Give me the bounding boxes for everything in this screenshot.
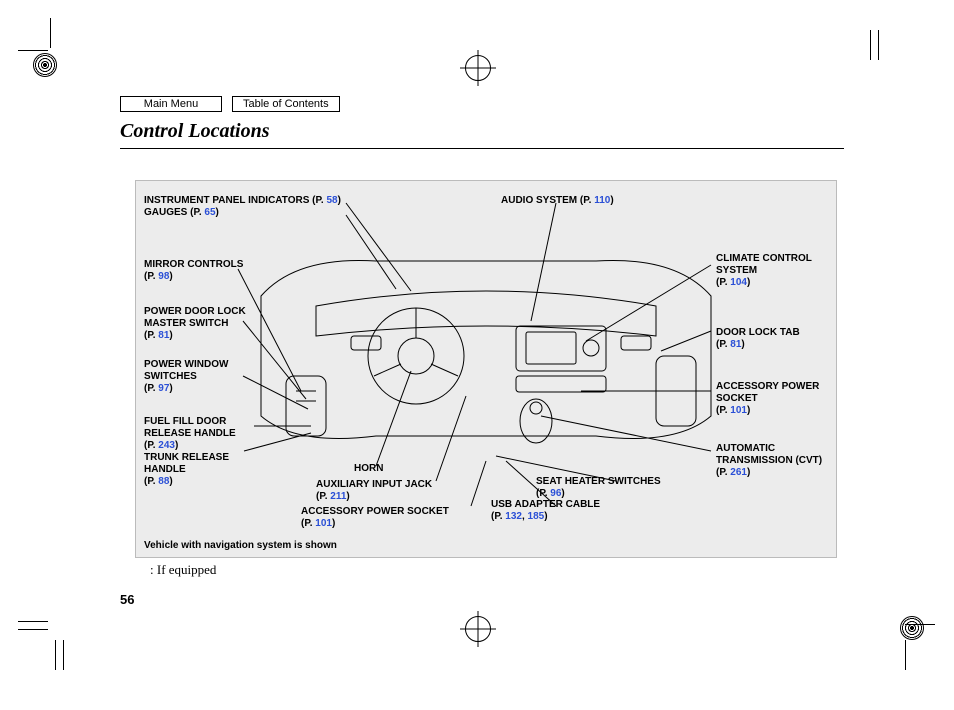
page-link[interactable]: 243 [158,440,175,451]
callout-door-lock-tab: DOOR LOCK TAB (P. 81) [716,327,826,351]
callout-fuel-trunk: FUEL FILL DOOR RELEASE HANDLE (P. 243) T… [144,416,264,488]
page-number: 56 [120,592,134,607]
callout-usb: USB ADAPTER CABLE (P. 132, 185) [491,499,631,523]
dashboard-illustration [256,236,716,466]
page-link[interactable]: 132 [505,511,522,522]
callout-auto-trans: AUTOMATIC TRANSMISSION (CVT) (P. 261) [716,443,836,479]
page-link[interactable]: 98 [158,271,169,282]
callout-horn: HORN [354,463,383,475]
callout-instrument-panel: INSTRUMENT PANEL INDICATORS (P. 58) GAUG… [144,195,341,219]
page-link[interactable]: 65 [204,207,215,218]
page-link[interactable]: 88 [158,476,169,487]
callout-aux-jack: AUXILIARY INPUT JACK (P. 211) [316,479,456,503]
page-link[interactable]: 81 [158,330,169,341]
callout-door-lock-master: POWER DOOR LOCK MASTER SWITCH (P. 81) [144,306,264,342]
callout-seat-heater: SEAT HEATER SWITCHES (P. 96) [536,476,696,500]
page-link[interactable]: 101 [315,518,332,529]
page-link[interactable]: 211 [330,491,346,502]
callout-audio: AUDIO SYSTEM (P. 110) [501,195,614,207]
callout-power-window: POWER WINDOW SWITCHES (P. 97) [144,359,244,395]
page-link[interactable]: 185 [528,511,545,522]
callout-climate: CLIMATE CONTROL SYSTEM (P. 104) [716,253,826,289]
main-menu-button[interactable]: Main Menu [120,96,222,112]
page-title: Control Locations [120,120,269,143]
diagram-footnote: Vehicle with navigation system is shown [144,540,337,551]
page-link[interactable]: 101 [730,405,747,416]
diagram-panel: INSTRUMENT PANEL INDICATORS (P. 58) GAUG… [135,180,837,558]
registration-mark-icon [900,616,924,640]
registration-mark-icon [465,616,491,642]
registration-mark-icon [33,53,57,77]
page-link[interactable]: 58 [326,195,337,206]
callout-mirror: MIRROR CONTROLS (P. 98) [144,259,254,283]
page-link[interactable]: 81 [730,339,741,350]
page-link[interactable]: 110 [594,195,610,206]
title-rule [120,148,844,149]
page-link[interactable]: 96 [550,488,561,499]
page-link[interactable]: 97 [158,383,169,394]
toc-button[interactable]: Table of Contents [232,96,340,112]
if-equipped-note: : If equipped [150,562,216,578]
page-link[interactable]: 261 [730,467,747,478]
page-link[interactable]: 104 [730,277,747,288]
registration-mark-icon [465,55,491,81]
callout-acc-socket-left: ACCESSORY POWER SOCKET (P. 101) [301,506,481,530]
callout-acc-socket-right: ACCESSORY POWER SOCKET (P. 101) [716,381,836,417]
